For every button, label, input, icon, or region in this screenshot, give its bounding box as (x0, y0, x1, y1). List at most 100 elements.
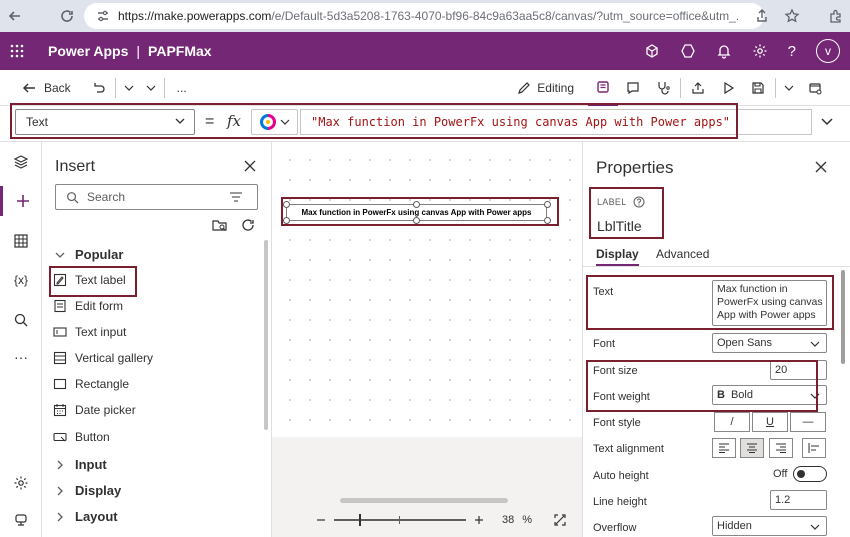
line-height-value: 1.2 (775, 494, 791, 506)
control-name[interactable]: LblTitle (597, 218, 642, 234)
tab-advanced[interactable]: Advanced (656, 247, 709, 261)
insert-item-text-input[interactable]: Text input (53, 322, 126, 342)
back-arrow-icon[interactable] (0, 0, 30, 32)
text-input-icon (53, 325, 67, 339)
insert-item-date-picker[interactable]: Date picker (53, 400, 136, 420)
search-icon[interactable] (0, 305, 42, 335)
text-label-icon (53, 273, 67, 287)
properties-pane-toggle-icon[interactable] (588, 70, 618, 106)
share-app-icon[interactable] (683, 70, 713, 106)
auto-height-toggle[interactable] (793, 466, 827, 482)
zoom-in-plus-icon[interactable] (474, 515, 484, 525)
undo-dropdown-chevron-icon[interactable] (118, 70, 140, 106)
align-center-button[interactable] (740, 438, 764, 458)
canvas-horizontal-scrollbar[interactable] (340, 498, 508, 503)
preview-play-icon[interactable] (713, 70, 743, 106)
insert-item-rectangle[interactable]: Rectangle (53, 374, 129, 394)
app-screen[interactable]: Max function in PowerFx using canvas App… (272, 142, 582, 437)
properties-scrollbar[interactable] (841, 270, 845, 364)
app-checker-stethoscope-icon[interactable] (648, 70, 678, 106)
align-left-button[interactable] (712, 438, 736, 458)
help-question-icon[interactable]: ? (788, 43, 796, 60)
font-weight-dropdown[interactable]: B Bold (712, 385, 827, 405)
insert-item-edit-form[interactable]: Edit form (53, 296, 123, 316)
site-info-icon[interactable] (96, 9, 110, 23)
insert-search-input[interactable]: Search (55, 184, 258, 210)
back-button[interactable]: Back (22, 81, 71, 95)
save-dropdown-chevron-icon[interactable] (778, 70, 800, 106)
refresh-icon[interactable] (240, 217, 256, 233)
tab-display[interactable]: Display (596, 247, 639, 266)
insert-plus-icon[interactable] (0, 186, 42, 216)
zoom-slider[interactable] (334, 514, 466, 526)
app-launcher-icon[interactable] (0, 32, 34, 70)
property-selector[interactable]: Text (15, 109, 195, 135)
align-right-button[interactable] (769, 438, 793, 458)
share-icon[interactable] (754, 8, 770, 24)
more-ellipsis-icon[interactable]: ··· (0, 342, 42, 372)
zoom-out-minus-icon[interactable] (316, 515, 326, 525)
resize-handle[interactable] (413, 217, 420, 224)
close-icon[interactable] (243, 159, 257, 173)
product-name[interactable]: Power Apps (48, 43, 128, 59)
insert-scrollbar[interactable] (264, 240, 268, 430)
address-bar[interactable]: https://make.powerapps.com/e/Default-5d3… (84, 3, 764, 29)
more-options-button[interactable]: ... (167, 70, 197, 106)
folder-search-icon[interactable] (212, 217, 228, 233)
insert-item-vertical-gallery[interactable]: Vertical gallery (53, 348, 153, 368)
publish-icon[interactable] (800, 70, 830, 106)
bookmark-star-icon[interactable] (784, 8, 800, 24)
user-avatar[interactable]: v (816, 39, 840, 63)
settings-gear-icon[interactable] (0, 468, 42, 498)
category-input[interactable]: Input (55, 457, 107, 472)
redo-dropdown-chevron-icon[interactable] (140, 70, 162, 106)
resize-handle[interactable] (283, 201, 290, 208)
divider (775, 78, 776, 98)
filter-icon[interactable] (229, 191, 243, 203)
category-layout[interactable]: Layout (55, 509, 118, 524)
reload-icon[interactable] (52, 0, 82, 32)
tree-view-layers-icon[interactable] (0, 147, 42, 177)
category-display[interactable]: Display (55, 483, 121, 498)
editing-mode-button[interactable]: Editing (517, 81, 574, 95)
category-popular[interactable]: Popular (55, 247, 123, 262)
resize-handle[interactable] (413, 201, 420, 208)
category-label: Layout (75, 509, 118, 524)
app-title: Power Apps | PAPFMax (48, 43, 212, 59)
undo-icon[interactable] (83, 70, 113, 106)
url-host: https://make.powerapps.com (118, 9, 272, 23)
item-label: Button (75, 430, 110, 444)
settings-gear-icon[interactable] (752, 43, 768, 59)
resize-handle[interactable] (544, 201, 551, 208)
variables-icon[interactable]: {x} (0, 265, 42, 295)
italic-button[interactable]: / (714, 412, 750, 432)
save-icon[interactable] (743, 70, 773, 106)
strikethrough-button[interactable]: — (790, 412, 826, 432)
comments-icon[interactable] (618, 70, 648, 106)
virtual-agent-icon[interactable] (0, 505, 42, 535)
copilot-icon[interactable] (680, 43, 696, 59)
align-justify-button[interactable] (802, 438, 826, 458)
underline-button[interactable]: U (752, 412, 788, 432)
notifications-bell-icon[interactable] (716, 43, 732, 59)
environment-icon[interactable] (644, 43, 660, 59)
text-property-value: Max function in PowerFx using canvas App… (717, 283, 823, 321)
overflow-dropdown[interactable]: Hidden (712, 516, 827, 536)
insert-item-text-label[interactable]: Text label (53, 270, 126, 290)
resize-handle[interactable] (544, 217, 551, 224)
resize-handle[interactable] (283, 217, 290, 224)
close-icon[interactable] (814, 160, 828, 174)
help-circle-icon[interactable] (633, 196, 645, 208)
font-size-input[interactable]: 20 (770, 360, 827, 380)
equals-sign: = (205, 113, 215, 130)
font-dropdown[interactable]: Open Sans (712, 333, 827, 353)
formula-input[interactable]: "Max function in PowerFx using canvas Ap… (300, 109, 812, 135)
data-table-icon[interactable] (0, 226, 42, 256)
text-property-input[interactable]: Max function in PowerFx using canvas App… (712, 280, 827, 326)
expand-formula-bar-chevron-icon[interactable] (820, 114, 834, 128)
copilot-formula-button[interactable] (251, 109, 298, 135)
insert-item-button[interactable]: Button (53, 427, 110, 447)
line-height-input[interactable]: 1.2 (770, 490, 827, 510)
fit-to-window-icon[interactable] (554, 514, 566, 526)
extensions-icon[interactable] (828, 8, 844, 24)
